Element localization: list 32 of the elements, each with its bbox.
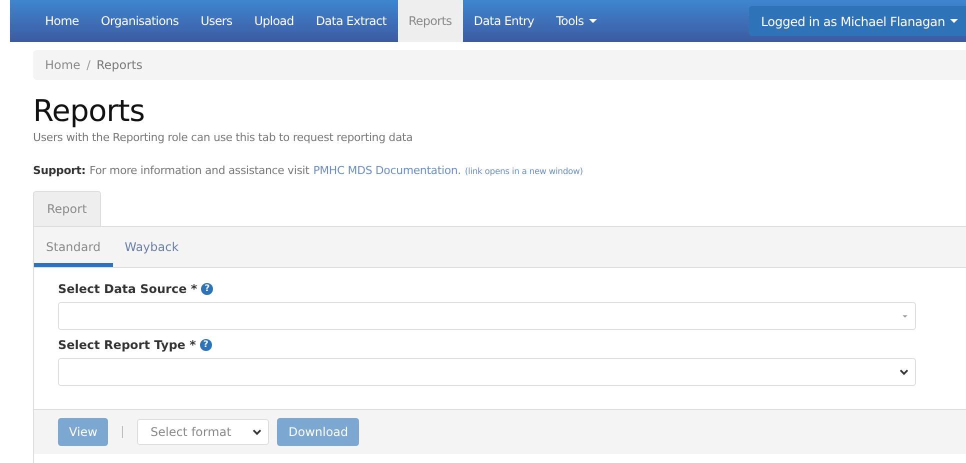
support-label: Support: [33, 164, 86, 177]
user-menu-button[interactable]: Logged in as Michael Flanagan [749, 6, 966, 36]
nav-link[interactable]: Data Entry [462, 0, 546, 42]
nav-link[interactable]: Organisations [90, 0, 190, 42]
page-title: Reports [33, 94, 146, 129]
format-select[interactable]: Select format [137, 419, 270, 445]
chevron-icon [901, 312, 909, 320]
separator [122, 426, 124, 438]
intro-text: Users with the Reporting role can use this tab to request reporting data [33, 131, 414, 144]
nav-link[interactable]: Upload [243, 0, 305, 42]
documentation-link[interactable]: PMHC MDS Documentation. [313, 164, 461, 177]
breadcrumb-current: Reports [96, 58, 143, 72]
subtab[interactable]: Wayback [112, 227, 191, 267]
tab[interactable]: Report [33, 191, 101, 226]
chevron-icon [252, 427, 262, 437]
field-label: Select Data Source * [58, 282, 198, 296]
nav-link[interactable]: Reports [398, 0, 463, 42]
breadcrumb-separator: / [86, 58, 90, 72]
help-icon[interactable]: ? [200, 339, 212, 351]
nav-link[interactable]: Home [34, 0, 90, 42]
link-note: (link opens in a new window) [464, 167, 583, 177]
combobox-field[interactable] [58, 302, 916, 330]
select-field[interactable] [58, 358, 916, 386]
help-icon[interactable]: ? [201, 283, 214, 295]
subtab[interactable]: Standard [34, 227, 113, 267]
chevron-icon [899, 367, 909, 377]
breadcrumb-link[interactable]: Home [45, 58, 80, 72]
nav-link[interactable]: Tools [545, 0, 608, 42]
nav-link[interactable]: Users [190, 0, 244, 42]
nav-link[interactable]: Data Extract [304, 0, 398, 42]
field-label: Select Report Type * [58, 338, 196, 352]
support-text: For more information and assistance visit [90, 164, 310, 177]
